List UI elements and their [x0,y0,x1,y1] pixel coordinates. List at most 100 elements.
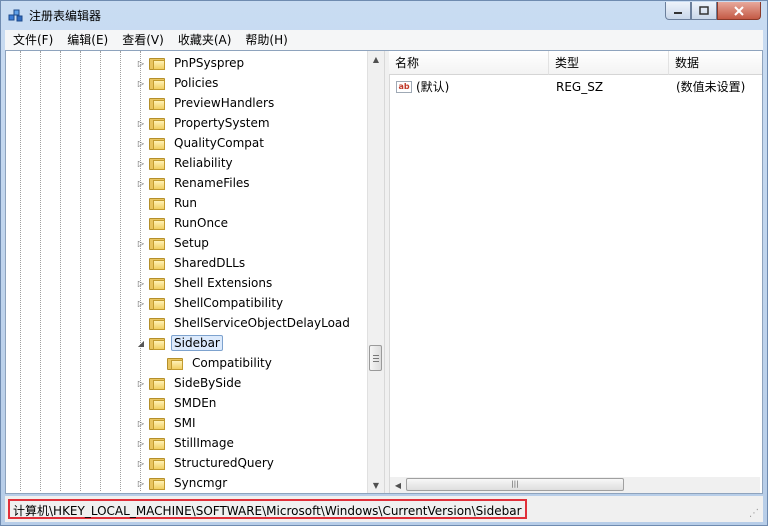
close-button[interactable] [717,2,761,20]
tree-node-label: SMI [174,416,196,430]
tree-node[interactable]: ▷ PnPSysprep [136,53,247,73]
menu-view[interactable]: 查看(V) [114,30,170,50]
folder-icon [149,377,165,390]
size-grip-icon[interactable]: ⋰ [749,508,761,520]
expand-arrow-icon[interactable]: ▷ [136,58,146,68]
expand-arrow-icon[interactable]: ▷ [136,458,146,468]
tree-node-label: StructuredQuery [174,456,274,470]
tree-node-label: Compatibility [192,356,272,370]
registry-editor-icon [8,9,23,22]
thumb-grip [373,358,379,359]
expand-arrow-icon[interactable]: ▷ [136,78,146,88]
tree-node-label: Sidebar [171,335,223,351]
tree-node[interactable]: ▷ StillImage [136,433,237,453]
tree-node[interactable]: ▷ Shell Extensions [136,273,275,293]
scroll-down-arrow[interactable]: ▼ [368,477,384,493]
tree-node[interactable]: ▷ ShellCompatibility [136,293,286,313]
tree-node-label: PropertySystem [174,116,270,130]
tree-node[interactable]: ShellServiceObjectDelayLoad [136,313,353,333]
tree-node-label: ShellCompatibility [174,296,284,310]
column-header-type[interactable]: 类型 [549,51,669,75]
thumb-grip [373,355,379,356]
expand-arrow-icon[interactable]: ▷ [136,378,146,388]
value-type: REG_SZ [556,80,604,94]
tree-node[interactable]: ▷ Reliability [136,153,236,173]
scroll-up-arrow[interactable]: ▲ [368,51,384,67]
tree-vertical-scrollbar[interactable]: ▲ ▼ [367,51,384,493]
tree-guide-line [20,51,21,491]
expand-arrow-icon[interactable]: ▷ [136,238,146,248]
collapse-arrow-icon[interactable]: ◢ [136,338,146,348]
folder-icon [149,277,165,290]
tree-node[interactable]: Compatibility [154,353,275,373]
expand-arrow-icon[interactable]: ▷ [136,278,146,288]
panes: ▷ PnPSysprep ▷ Policies PreviewHandlers ▷ Prop… [5,50,763,494]
expand-arrow-icon[interactable]: ▷ [136,478,146,488]
expand-arrow-icon [136,98,146,108]
folder-icon [149,77,165,90]
tree-node-label: SharedDLLs [174,256,246,270]
tree-node[interactable]: SMDEn [136,393,219,413]
tree-node-label: ShellServiceObjectDelayLoad [174,316,350,330]
scroll-left-arrow[interactable]: ◀ [390,477,406,493]
minimize-icon [674,11,682,14]
menu-edit[interactable]: 编辑(E) [59,30,114,50]
expand-arrow-icon[interactable]: ▷ [136,178,146,188]
menu-file[interactable]: 文件(F) [5,30,59,50]
list-horizontal-scrollbar[interactable]: ◀ ||| [390,477,760,493]
tree-node[interactable]: ▷ PropertySystem [136,113,273,133]
menu-help[interactable]: 帮助(H) [237,30,293,50]
folder-icon [149,297,165,310]
value-data: (数值未设置) [676,80,746,94]
folder-icon [149,257,165,270]
title-bar[interactable]: 注册表编辑器 [1,1,767,30]
tree-node-label: SideBySide [174,376,242,390]
tree-node-label: Setup [174,236,209,250]
string-value-icon: ab [396,81,412,93]
maximize-button[interactable] [691,2,717,20]
folder-icon [149,97,165,110]
column-header-data[interactable]: 数据 [669,51,762,75]
menu-favorites[interactable]: 收藏夹(A) [170,30,238,50]
expand-arrow-icon[interactable]: ▷ [136,138,146,148]
folder-icon [149,157,165,170]
tree-node[interactable]: RunOnce [136,213,231,233]
expand-arrow-icon[interactable]: ▷ [136,118,146,128]
tree-node[interactable]: ▷ QualityCompat [136,133,267,153]
minimize-button[interactable] [665,2,691,20]
expand-arrow-icon[interactable]: ▷ [136,158,146,168]
expand-arrow-icon[interactable]: ▷ [136,438,146,448]
list-scroll-thumb[interactable]: ||| [406,478,624,491]
menu-bar: 文件(F) 编辑(E) 查看(V) 收藏夹(A) 帮助(H) [5,30,763,50]
tree-scroll-thumb[interactable] [369,345,382,371]
column-header-name[interactable]: 名称 [389,51,549,75]
tree-node[interactable]: ▷ RenameFiles [136,173,253,193]
tree-node-label: PnPSysprep [174,56,245,70]
tree-node[interactable]: ▷ Syncmgr [136,473,230,493]
tree-node-label: Syncmgr [174,476,228,490]
value-name[interactable]: (默认) [416,77,449,97]
folder-icon [149,237,165,250]
tree-node[interactable]: ▷ SideBySide [136,373,244,393]
tree-node[interactable]: ▷ StructuredQuery [136,453,277,473]
tree-node[interactable]: Run [136,193,200,213]
tree-guide-line [40,51,41,491]
folder-icon [149,437,165,450]
tree-node-label: Shell Extensions [174,276,273,290]
folder-icon [149,417,165,430]
tree-node[interactable]: ▷ SMI [136,413,199,433]
expand-arrow-icon [154,358,164,368]
folder-icon [167,357,183,370]
tree-node[interactable]: SharedDLLs [136,253,248,273]
tree-node[interactable]: ◢ Sidebar [136,333,223,353]
folder-icon [149,57,165,70]
value-list[interactable]: 名称 类型 数据 ab (默认) REG_SZ (数值未设置) ◀ ||| [389,51,762,493]
tree-node[interactable]: ▷ Setup [136,233,212,253]
expand-arrow-icon[interactable]: ▷ [136,298,146,308]
registry-editor-window: 注册表编辑器 文件(F) 编辑(E) 查看(V) 收藏夹(A) 帮助(H) ▷ … [0,0,768,526]
tree-node[interactable]: ▷ Policies [136,73,221,93]
key-tree[interactable]: ▷ PnPSysprep ▷ Policies PreviewHandlers ▷ Prop… [6,51,382,493]
expand-arrow-icon[interactable]: ▷ [136,418,146,428]
tree-node-label: Run [174,196,198,210]
tree-node[interactable]: PreviewHandlers [136,93,277,113]
